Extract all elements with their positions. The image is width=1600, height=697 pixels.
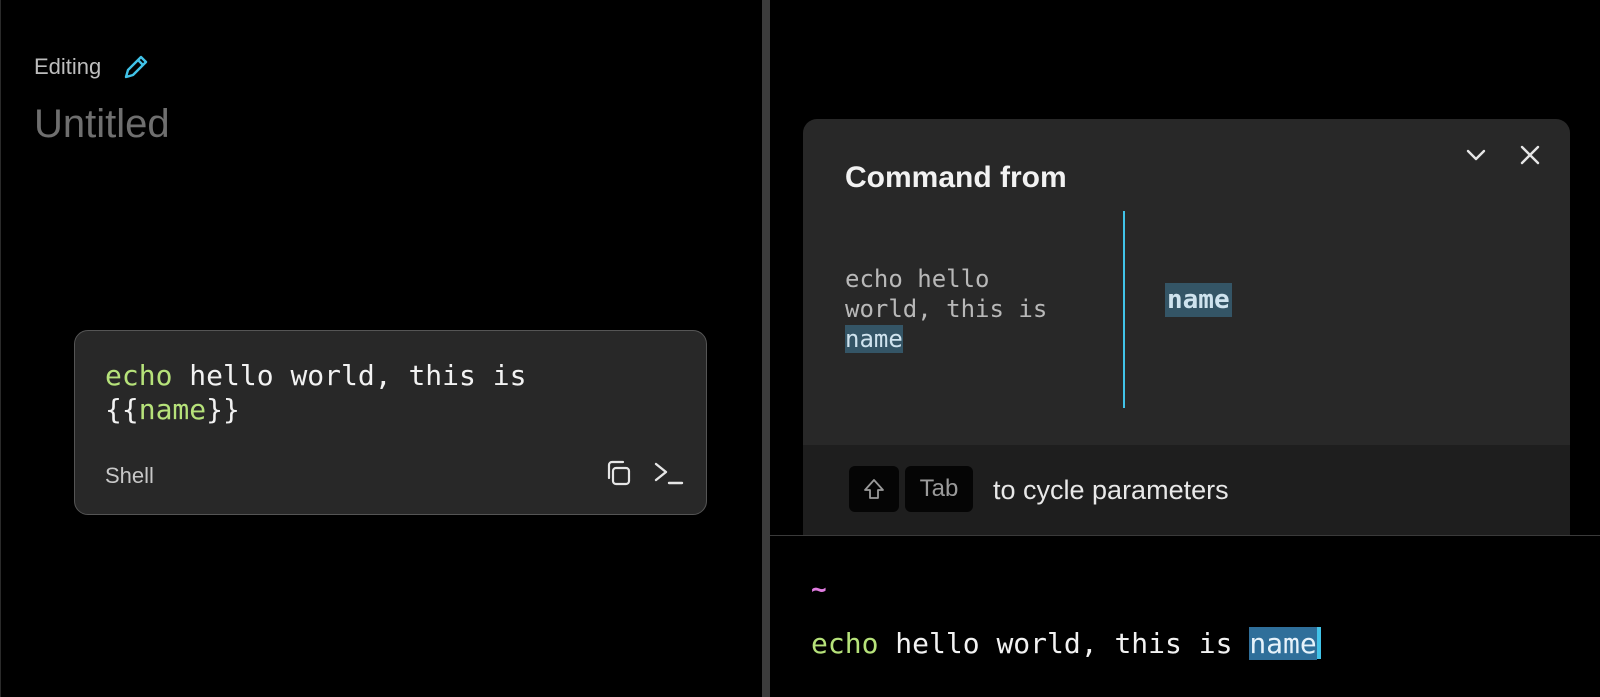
- hint-text: to cycle parameters: [993, 475, 1229, 505]
- terminal-keyword: echo: [811, 627, 879, 660]
- dialog-title: Command from: [845, 161, 1067, 194]
- command-text[interactable]: echo hello world, this is {{name}}: [105, 359, 526, 427]
- prompt-directory: ~: [811, 575, 827, 605]
- dialog-controls: [1460, 139, 1546, 171]
- text-cursor: [1316, 627, 1321, 659]
- preview-separator: [1123, 211, 1125, 408]
- command-keyword: echo: [105, 359, 173, 392]
- terminal-rest: hello world, this is: [878, 627, 1250, 660]
- terminal-icon[interactable]: [652, 457, 684, 489]
- terminal-input-line[interactable]: echo hello world, this is name: [811, 626, 1321, 662]
- param-name: name: [138, 393, 207, 426]
- language-label: Shell: [105, 463, 154, 488]
- preview-line2: world, this is: [845, 295, 1048, 323]
- hint-bar: Tab to cycle parameters: [803, 445, 1570, 535]
- shift-icon: [864, 479, 884, 499]
- document-title[interactable]: Untitled: [34, 98, 170, 150]
- app-window: Editing Untitled echo hello world, this …: [0, 0, 1600, 697]
- tab-key-badge: Tab: [905, 466, 973, 512]
- command-card[interactable]: echo hello world, this is {{name}} Shell: [74, 330, 707, 515]
- param-brace-open: {{: [105, 393, 139, 426]
- preview-line1: echo hello: [845, 265, 990, 293]
- terminal-separator: [770, 535, 1600, 536]
- pencil-icon[interactable]: [121, 52, 151, 82]
- copy-icon[interactable]: [602, 457, 634, 489]
- shift-key-badge: [849, 466, 899, 512]
- chevron-down-icon[interactable]: [1460, 139, 1492, 171]
- editing-label: Editing: [34, 54, 102, 79]
- terminal-pane: Command from echo hello world, this is n…: [770, 0, 1600, 697]
- editor-pane: Editing Untitled echo hello world, this …: [0, 0, 762, 697]
- terminal-param[interactable]: name: [1249, 627, 1317, 660]
- param-brace-close: }}: [206, 393, 240, 426]
- editing-row: Editing: [34, 52, 151, 82]
- pane-divider[interactable]: [762, 0, 770, 697]
- close-icon[interactable]: [1514, 139, 1546, 171]
- preview-param: name: [845, 325, 903, 353]
- card-actions: [602, 457, 684, 489]
- param-input-name[interactable]: name: [1165, 283, 1232, 317]
- command-dialog: Command from echo hello world, this is n…: [803, 119, 1570, 535]
- command-preview: echo hello world, this is name: [845, 264, 1047, 354]
- command-line1-rest: hello world, this is: [172, 359, 527, 392]
